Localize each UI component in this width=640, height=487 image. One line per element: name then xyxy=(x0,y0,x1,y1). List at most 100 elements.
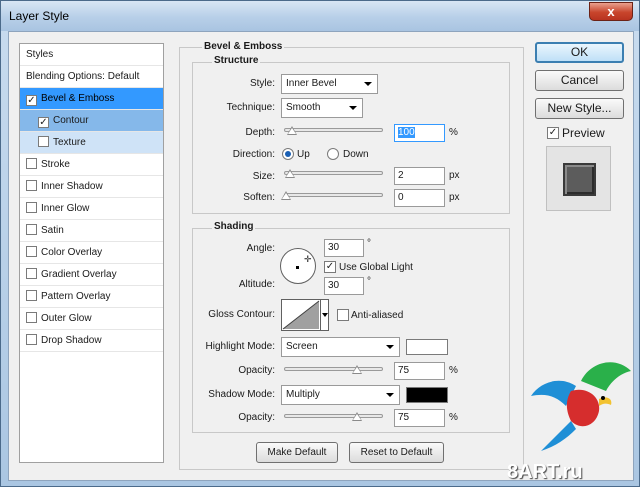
style-item-pattern-overlay[interactable]: Pattern Overlay xyxy=(20,286,163,308)
style-item-label: Contour xyxy=(53,115,89,126)
checkbox-inner-glow[interactable] xyxy=(26,202,37,213)
preview-square xyxy=(563,163,596,196)
shadow-opacity-thumb[interactable] xyxy=(352,412,362,421)
style-item-color-overlay[interactable]: Color Overlay xyxy=(20,242,163,264)
highlight-opacity-thumb[interactable] xyxy=(352,365,362,374)
highlight-opacity-label: Opacity: xyxy=(238,365,275,376)
shadow-opacity-slider[interactable] xyxy=(284,412,383,421)
style-item-drop-shadow[interactable]: Drop Shadow xyxy=(20,330,163,352)
technique-label: Technique: xyxy=(226,102,275,113)
close-button[interactable]: x xyxy=(589,2,633,21)
gloss-contour-picker[interactable] xyxy=(281,299,321,331)
style-item-stroke[interactable]: Stroke xyxy=(20,154,163,176)
window-title: Layer Style xyxy=(9,9,70,23)
style-item-texture[interactable]: Texture xyxy=(20,132,163,154)
gloss-contour-label: Gloss Contour: xyxy=(208,309,275,320)
highlight-opacity-unit: % xyxy=(449,365,458,376)
style-item-label: Stroke xyxy=(41,159,70,170)
angle-dial[interactable]: ✛ xyxy=(280,248,316,284)
new-style-button[interactable]: New Style... xyxy=(535,98,624,119)
checkbox-stroke[interactable] xyxy=(26,158,37,169)
style-item-inner-shadow[interactable]: Inner Shadow xyxy=(20,176,163,198)
styles-header[interactable]: Styles xyxy=(20,44,163,66)
style-item-contour[interactable]: ✓ Contour xyxy=(20,110,163,132)
style-item-bevel-emboss[interactable]: ✓ Bevel & Emboss xyxy=(20,88,163,110)
direction-down-radio[interactable] xyxy=(327,148,339,160)
ok-button[interactable]: OK xyxy=(535,42,624,63)
checkbox-texture[interactable] xyxy=(38,136,49,147)
highlight-color-swatch[interactable] xyxy=(406,339,448,355)
angle-label: Angle: xyxy=(246,243,275,254)
bevel-emboss-title: Bevel & Emboss xyxy=(202,41,285,52)
checkbox-satin[interactable] xyxy=(26,224,37,235)
depth-unit: % xyxy=(449,127,458,138)
checkbox-outer-glow[interactable] xyxy=(26,312,37,323)
soften-slider[interactable] xyxy=(281,191,383,200)
blending-options-item[interactable]: Blending Options: Default xyxy=(20,66,163,88)
size-unit: px xyxy=(449,170,460,181)
checkbox-pattern-overlay[interactable] xyxy=(26,290,37,301)
technique-select-value: Smooth xyxy=(286,102,321,113)
size-slider[interactable] xyxy=(284,169,383,178)
depth-slider[interactable] xyxy=(284,126,383,135)
use-global-light-label[interactable]: Use Global Light xyxy=(339,262,413,273)
checkbox-inner-shadow[interactable] xyxy=(26,180,37,191)
style-item-label: Pattern Overlay xyxy=(41,291,111,302)
gloss-contour-dropdown[interactable] xyxy=(321,299,329,331)
size-input[interactable]: 2 xyxy=(394,167,445,185)
angle-input-value: 30 xyxy=(328,242,340,253)
soften-label: Soften: xyxy=(243,192,275,203)
altitude-input[interactable]: 30 xyxy=(324,277,364,295)
direction-down-label[interactable]: Down xyxy=(343,149,369,160)
shadow-color-swatch[interactable] xyxy=(406,387,448,403)
style-item-inner-glow[interactable]: Inner Glow xyxy=(20,198,163,220)
styles-list: Styles Blending Options: Default ✓ Bevel … xyxy=(19,43,164,463)
style-select[interactable]: Inner Bevel xyxy=(281,74,378,94)
title-bar[interactable]: Layer Style x xyxy=(1,1,639,31)
style-item-outer-glow[interactable]: Outer Glow xyxy=(20,308,163,330)
style-label: Style: xyxy=(249,78,275,89)
highlight-opacity-slider[interactable] xyxy=(284,365,383,374)
anti-aliased-checkbox[interactable] xyxy=(337,309,349,321)
depth-input[interactable]: 100 xyxy=(394,124,445,142)
angle-input[interactable]: 30 xyxy=(324,239,364,257)
style-item-label: Gradient Overlay xyxy=(41,269,117,280)
chevron-down-icon xyxy=(386,393,394,397)
shadow-opacity-unit: % xyxy=(449,412,458,423)
checkbox-drop-shadow[interactable] xyxy=(26,334,37,345)
technique-select[interactable]: Smooth xyxy=(281,98,363,118)
depth-slider-thumb[interactable] xyxy=(287,126,297,135)
altitude-label: Altitude: xyxy=(238,279,275,290)
anti-aliased-label[interactable]: Anti-aliased xyxy=(351,310,403,321)
reset-to-default-button[interactable]: Reset to Default xyxy=(349,442,444,463)
chevron-down-icon xyxy=(364,82,372,86)
direction-up-label[interactable]: Up xyxy=(297,149,310,160)
cancel-button[interactable]: Cancel xyxy=(535,70,624,91)
highlight-mode-select[interactable]: Screen xyxy=(281,337,400,357)
structure-title: Structure xyxy=(212,55,261,66)
size-slider-thumb[interactable] xyxy=(285,169,295,178)
style-item-gradient-overlay[interactable]: Gradient Overlay xyxy=(20,264,163,286)
soften-slider-thumb[interactable] xyxy=(281,191,291,200)
checkbox-contour[interactable]: ✓ xyxy=(38,117,49,128)
highlight-opacity-input[interactable]: 75 xyxy=(394,362,445,380)
style-item-satin[interactable]: Satin xyxy=(20,220,163,242)
style-item-label: Inner Shadow xyxy=(41,181,103,192)
preview-label[interactable]: Preview xyxy=(562,126,605,140)
angle-center-dot xyxy=(296,266,299,269)
preview-checkbox[interactable]: ✓ xyxy=(547,127,559,139)
shadow-opacity-input[interactable]: 75 xyxy=(394,409,445,427)
use-global-light-checkbox[interactable]: ✓ xyxy=(324,261,336,273)
layer-style-window: Layer Style x Styles Blending Options: D… xyxy=(0,0,640,487)
direction-label: Direction: xyxy=(232,149,275,160)
checkbox-gradient-overlay[interactable] xyxy=(26,268,37,279)
style-item-label: Outer Glow xyxy=(41,313,92,324)
soften-input[interactable]: 0 xyxy=(394,189,445,207)
checkbox-color-overlay[interactable] xyxy=(26,246,37,257)
direction-up-radio[interactable] xyxy=(282,148,294,160)
shadow-opacity-label: Opacity: xyxy=(238,412,275,423)
make-default-button[interactable]: Make Default xyxy=(256,442,338,463)
depth-input-value: 100 xyxy=(398,127,415,138)
checkbox-bevel-emboss[interactable]: ✓ xyxy=(26,95,37,106)
shadow-mode-select[interactable]: Multiply xyxy=(281,385,400,405)
